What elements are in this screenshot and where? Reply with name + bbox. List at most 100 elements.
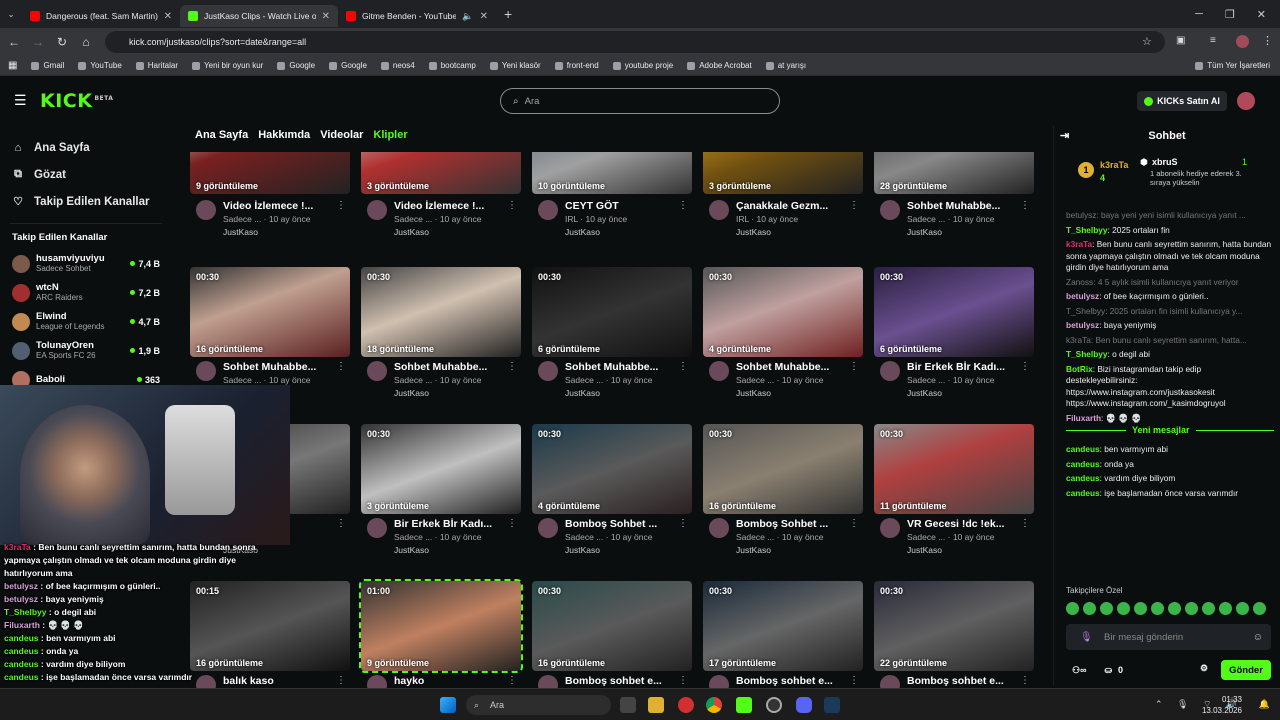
speaker-icon[interactable]: 🔈 — [462, 11, 473, 22]
more-options-icon[interactable]: ⋮ — [849, 361, 859, 372]
emote-icon[interactable] — [1253, 602, 1266, 615]
bookmark-item[interactable]: Google — [329, 61, 367, 70]
emote-icon[interactable] — [1151, 602, 1164, 615]
channel-avatar[interactable] — [709, 518, 729, 538]
more-options-icon[interactable]: ⋮ — [849, 518, 859, 529]
tab-list-button[interactable]: ⌄ — [0, 9, 22, 20]
clip-card[interactable]: 00:30 6 görüntüleme Sohbet Muhabbe... Sadec… — [532, 267, 692, 417]
clip-thumbnail[interactable]: 00:30 16 görüntüleme — [532, 581, 692, 671]
clip-title[interactable]: CEYT GÖT — [565, 200, 680, 212]
clip-owner[interactable]: JustKaso — [223, 227, 258, 237]
browser-tab-kick[interactable]: JustKaso Clips - Watch Live on ✕ — [180, 5, 338, 27]
more-options-icon[interactable]: ⋮ — [507, 200, 517, 211]
bookmark-item[interactable]: Adobe Acrobat — [687, 61, 752, 70]
channel-avatar[interactable] — [709, 200, 729, 220]
chat-username[interactable]: BotRix — [1066, 364, 1093, 374]
channel-avatar[interactable] — [196, 361, 216, 381]
mic-icon[interactable]: 🎙 — [1080, 632, 1093, 643]
more-options-icon[interactable]: ⋮ — [849, 200, 859, 211]
clip-card[interactable]: 00:30 16 görüntüleme Bomboş Sohbet ... Sade… — [703, 424, 863, 574]
clip-owner[interactable]: JustKaso — [736, 545, 771, 555]
browser-tab-dangerous[interactable]: Dangerous (feat. Sam Martin) - ✕ — [22, 5, 180, 27]
more-options-icon[interactable]: ⋮ — [336, 200, 346, 211]
bookmark-item[interactable]: Gmail — [31, 61, 64, 70]
clip-title[interactable]: Sohbet Muhabbe... — [907, 200, 1022, 212]
channel-avatar[interactable] — [880, 518, 900, 538]
maximize-button[interactable]: ❐ — [1225, 8, 1235, 21]
hamburger-menu-icon[interactable]: ☰ — [14, 92, 27, 109]
channel-avatar[interactable] — [880, 675, 900, 688]
home-icon[interactable]: ⌂ — [74, 35, 98, 49]
clip-thumbnail[interactable]: 3 görüntüleme — [361, 152, 521, 194]
chat-username[interactable]: candeus — [1066, 459, 1100, 469]
channel-avatar[interactable] — [709, 361, 729, 381]
bookmark-item[interactable]: YouTube — [78, 61, 122, 70]
clip-title[interactable]: Bomboş Sohbet ... — [565, 518, 680, 530]
more-options-icon[interactable]: ⋮ — [507, 518, 517, 529]
apps-icon[interactable]: ▦ — [8, 60, 17, 71]
tab-about[interactable]: Hakkımda — [258, 129, 310, 141]
app-icon[interactable] — [678, 697, 694, 713]
buy-kicks-button[interactable]: KICKs Satın Al — [1137, 91, 1227, 111]
clip-card[interactable]: 00:30 18 görüntüleme Sohbet Muhabbe... Sade… — [361, 267, 521, 417]
channel-avatar[interactable] — [367, 361, 387, 381]
more-options-icon[interactable]: ⋮ — [1020, 361, 1030, 372]
new-tab-button[interactable]: + — [504, 6, 512, 22]
emote-icon[interactable] — [1185, 602, 1198, 615]
more-options-icon[interactable]: ⋮ — [336, 675, 346, 686]
system-clock[interactable]: 01:33 13.03.2026 — [1202, 694, 1242, 716]
clip-title[interactable]: Video İzlemece !... — [223, 200, 338, 212]
clip-card[interactable]: 00:30 4 görüntüleme Sohbet Muhabbe... Sadec… — [703, 267, 863, 417]
menu-icon[interactable]: ⋮ — [1262, 34, 1273, 47]
clip-owner[interactable]: JustKaso — [394, 227, 429, 237]
clip-card[interactable]: 00:30 4 görüntüleme Bomboş Sohbet ... Sadec… — [532, 424, 692, 574]
bookmark-item[interactable]: at yarışı — [765, 61, 806, 70]
forward-icon[interactable]: → — [26, 35, 50, 49]
channel-avatar[interactable] — [538, 675, 558, 688]
close-icon[interactable]: ✕ — [480, 11, 488, 22]
chat-username[interactable]: T_Shelbyy — [1066, 349, 1108, 359]
notification-icon[interactable]: 🔔 — [1259, 699, 1270, 710]
channel-avatar[interactable] — [709, 675, 729, 688]
bookmark-item[interactable]: Yeni bir oyun kur — [192, 61, 263, 70]
clip-thumbnail[interactable]: 00:30 6 görüntüleme — [874, 267, 1034, 357]
close-icon[interactable]: ✕ — [164, 11, 172, 22]
emote-icon[interactable] — [1236, 602, 1249, 615]
taskbar-search[interactable]: ⌕ Ara — [466, 695, 611, 715]
kick-app-icon[interactable] — [736, 697, 752, 713]
close-icon[interactable]: ✕ — [322, 11, 330, 22]
more-options-icon[interactable]: ⋮ — [849, 675, 859, 686]
clip-title[interactable]: hayko — [394, 675, 509, 687]
url-field[interactable]: kick.com/justkaso/clips?sort=date&range=… — [105, 31, 1165, 53]
emote-icon[interactable] — [1117, 602, 1130, 615]
clip-thumbnail[interactable]: 00:30 22 görüntüleme — [874, 581, 1034, 671]
bookmark-item[interactable]: neos4 — [380, 61, 415, 70]
task-view-icon[interactable] — [620, 697, 636, 713]
chat-username[interactable]: k3raTa — [1066, 239, 1092, 249]
more-options-icon[interactable]: ⋮ — [678, 675, 688, 686]
steam-icon[interactable] — [824, 697, 840, 713]
tab-videos[interactable]: Videolar — [320, 129, 363, 141]
send-button[interactable]: Gönder — [1221, 660, 1271, 680]
clip-title[interactable]: Video İzlemece !... — [394, 200, 509, 212]
clip-card[interactable]: 00:30 3 görüntüleme Bir Erkek Bİr Kadı... S… — [361, 424, 521, 574]
channel-avatar[interactable] — [538, 361, 558, 381]
more-options-icon[interactable]: ⋮ — [1020, 200, 1030, 211]
reload-icon[interactable]: ↻ — [50, 35, 74, 49]
emote-icon[interactable] — [1100, 602, 1113, 615]
channel-avatar[interactable] — [538, 200, 558, 220]
tab-home[interactable]: Ana Sayfa — [195, 129, 248, 141]
clip-owner[interactable]: JustKaso — [565, 227, 600, 237]
clip-title[interactable]: Bir Erkek Bİr Kadı... — [394, 518, 509, 530]
clip-thumbnail[interactable]: 28 görüntüleme — [874, 152, 1034, 194]
clip-owner[interactable]: JustKaso — [565, 388, 600, 398]
clip-thumbnail[interactable]: 9 görüntüleme — [190, 152, 350, 194]
all-bookmarks[interactable]: Tüm Yer İşaretleri — [1195, 61, 1280, 70]
clip-card[interactable]: 00:30 16 görüntüleme Bomboş sohbet e... ⋮ — [532, 581, 692, 688]
emote-icon[interactable] — [1066, 602, 1079, 615]
clip-title[interactable]: VR Gecesi !dc !ek... — [907, 518, 1022, 530]
back-icon[interactable]: ← — [2, 35, 26, 49]
clip-thumbnail[interactable]: 00:30 17 görüntüleme — [703, 581, 863, 671]
windows-start-icon[interactable] — [440, 697, 456, 713]
clip-owner[interactable]: JustKaso — [907, 388, 942, 398]
